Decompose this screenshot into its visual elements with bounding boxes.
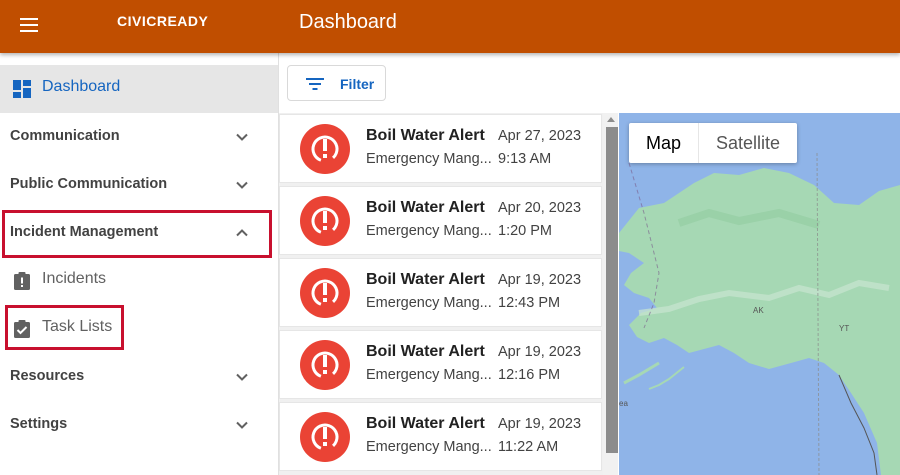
sidebar-item-label: Settings	[10, 416, 68, 432]
alert-time: 12:43 PM	[498, 295, 561, 311]
exclamation-circle-icon	[300, 412, 350, 462]
alert-card[interactable]: Boil Water Alert Emergency Mang... Apr 1…	[279, 330, 602, 399]
dashboard-grid-icon	[13, 80, 31, 98]
scroll-up-arrow-icon[interactable]	[607, 117, 615, 122]
sidebar-item-settings[interactable]: Settings	[0, 401, 278, 449]
alert-sender: Emergency Mang...	[366, 223, 492, 239]
alert-title: Boil Water Alert	[366, 415, 485, 432]
filter-button[interactable]: Filter	[287, 65, 386, 101]
sidebar-item-communication[interactable]: Communication	[0, 113, 278, 161]
sidebar-item-incidents[interactable]: Incidents	[0, 257, 278, 305]
alert-card[interactable]: Boil Water Alert Emergency Mang... Apr 1…	[279, 402, 602, 471]
list-scrollbar-thumb[interactable]	[606, 127, 618, 453]
alert-title: Boil Water Alert	[366, 199, 485, 216]
map-terrain	[619, 152, 900, 475]
brand-logo: CIVICREADY	[117, 13, 209, 29]
alert-sender: Emergency Mang...	[366, 367, 492, 383]
alert-card[interactable]: Boil Water Alert Emergency Mang... Apr 2…	[279, 186, 602, 255]
sidebar-item-label: Public Communication	[10, 176, 168, 192]
exclamation-circle-icon	[300, 124, 350, 174]
alert-time: 1:20 PM	[498, 223, 552, 239]
map-type-map-button[interactable]: Map	[629, 123, 700, 163]
sidebar-item-label: Incident Management	[10, 224, 159, 240]
sidebar-item-label: Communication	[10, 128, 120, 144]
sidebar-item-incident-management[interactable]: Incident Management	[0, 209, 278, 257]
sidebar-item-task-lists[interactable]: Task Lists	[0, 305, 278, 353]
app-header: CIVICREADY Dashboard	[0, 0, 900, 53]
alert-date: Apr 19, 2023	[498, 272, 582, 288]
alert-sender: Emergency Mang...	[366, 151, 492, 167]
sidebar-item-public-communication[interactable]: Public Communication	[0, 161, 278, 209]
clipboard-alert-icon	[14, 272, 30, 290]
map-water-label: ea	[619, 399, 628, 408]
sidebar-item-label: Resources	[10, 368, 85, 384]
chevron-up-icon	[236, 229, 248, 237]
clipboard-check-icon	[14, 320, 30, 338]
map-view[interactable]: AK YT ea Map Satellite	[619, 113, 900, 475]
alert-title: Boil Water Alert	[366, 127, 485, 144]
alert-card[interactable]: Boil Water Alert Emergency Mang... Apr 1…	[279, 258, 602, 327]
alert-date: Apr 19, 2023	[498, 344, 582, 360]
alert-title: Boil Water Alert	[366, 271, 485, 288]
hamburger-menu-icon[interactable]	[18, 13, 42, 37]
alert-time: 11:22 AM	[498, 439, 559, 455]
map-type-toggle: Map Satellite	[629, 123, 798, 163]
alert-sender: Emergency Mang...	[366, 439, 492, 455]
alert-date: Apr 27, 2023	[498, 128, 582, 144]
alert-time: 9:13 AM	[498, 151, 552, 167]
alert-card[interactable]: Boil Water Alert Emergency Mang... Apr 2…	[279, 114, 602, 183]
sidebar-item-label: Incidents	[42, 270, 107, 287]
chevron-down-icon	[236, 421, 248, 429]
sidebar-item-resources[interactable]: Resources	[0, 353, 278, 401]
alert-time: 12:16 PM	[498, 367, 561, 383]
exclamation-circle-icon	[300, 340, 350, 390]
map-region-label: YT	[839, 324, 850, 333]
exclamation-circle-icon	[300, 196, 350, 246]
chevron-down-icon	[236, 181, 248, 189]
map-region-label: AK	[753, 306, 764, 315]
filter-label: Filter	[340, 76, 375, 92]
sidebar-item-dashboard[interactable]: Dashboard	[0, 65, 278, 113]
sidebar-item-label: Dashboard	[42, 78, 121, 95]
map-type-satellite-button[interactable]: Satellite	[699, 123, 797, 163]
sidebar: Dashboard Communication Public Communica…	[0, 53, 279, 475]
alerts-list: Boil Water Alert Emergency Mang... Apr 2…	[279, 113, 618, 475]
chevron-down-icon	[236, 133, 248, 141]
sidebar-item-label: Task Lists	[42, 318, 113, 335]
exclamation-circle-icon	[300, 268, 350, 318]
alert-date: Apr 19, 2023	[498, 416, 582, 432]
chevron-down-icon	[236, 373, 248, 381]
page-title: Dashboard	[299, 11, 397, 33]
alert-date: Apr 20, 2023	[498, 200, 582, 216]
alert-sender: Emergency Mang...	[366, 295, 492, 311]
filter-lines-icon	[306, 78, 324, 90]
alert-title: Boil Water Alert	[366, 343, 485, 360]
